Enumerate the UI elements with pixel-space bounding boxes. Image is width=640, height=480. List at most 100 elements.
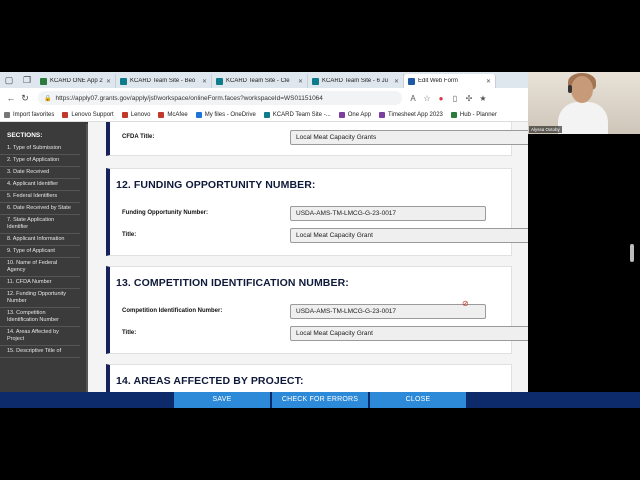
sidebar-item-competition-identification-number[interactable]: 13. Competition Identification Number <box>0 308 80 327</box>
competition-title-field[interactable]: Local Meat Capacity Grant <box>290 326 528 341</box>
sidebar-item-cfda-number[interactable]: 11. CFDA Number <box>0 277 80 289</box>
tab-close-icon[interactable]: ✕ <box>106 78 111 85</box>
tab-kcard-team-site-cle[interactable]: KCARD Team Site - Cle ✕ <box>212 74 308 88</box>
funding-opportunity-number-label: Funding Opportunity Number: <box>122 210 208 216</box>
sidebar-item-name-of-federal-agency[interactable]: 10. Name of Federal Agency <box>0 258 80 277</box>
save-button[interactable]: SAVE <box>174 392 270 408</box>
bookmark-label: KCARD Team Site -... <box>272 111 331 118</box>
address-bar: ← ↻ 🔒 https://apply07.grants.gov/apply/j… <box>0 88 528 108</box>
competition-identification-number-field[interactable]: USDA-AMS-TM-LMCG-G-23-0017 <box>290 304 486 319</box>
back-icon[interactable]: ← <box>4 93 18 103</box>
sidebar-item-descriptive-title[interactable]: 15. Descriptive Title of <box>0 346 80 358</box>
page-scrollbar-thumb[interactable] <box>630 244 634 262</box>
webcam-name-label: Alyssa Oxtoby <box>529 126 562 133</box>
tab-close-icon[interactable]: ✕ <box>202 78 207 85</box>
funding-opportunity-number-field[interactable]: USDA-AMS-TM-LMCG-G-23-0017 <box>290 206 486 221</box>
funding-opportunity-title-field[interactable]: Local Meat Capacity Grant <box>290 228 528 243</box>
bookmark-label: Import favorites <box>13 111 55 118</box>
sidebar-item-applicant-information[interactable]: 8. Applicant Information <box>0 234 80 246</box>
tab-kcard-one-app[interactable]: KCARD ONE App 2023 ✕ <box>36 74 116 88</box>
screen: ▢ ❐ KCARD ONE App 2023 ✕ KCARD Team Site… <box>0 0 640 480</box>
tab-close-icon[interactable]: ✕ <box>298 78 303 85</box>
not-allowed-cursor-icon: ⊘ <box>462 299 469 308</box>
section-12-title: 12. FUNDING OPPORTUNITY NUMBER: <box>116 179 316 191</box>
bookmark-label: Hub - Planner <box>459 111 497 118</box>
bookmark-timesheet-app[interactable]: Timesheet App 2023 <box>379 111 443 118</box>
bookmark-icon <box>263 111 270 118</box>
bookmark-icon <box>62 111 69 118</box>
bookmark-onedrive[interactable]: My files - OneDrive <box>195 111 256 118</box>
tab-label: KCARD Team Site - Beo <box>130 78 196 84</box>
bookmark-one-app[interactable]: One App <box>338 111 372 118</box>
tab-close-icon[interactable]: ✕ <box>394 78 399 85</box>
sidebar-item-type-of-applicant[interactable]: 9. Type of Applicant <box>0 246 80 258</box>
bookmark-mcafee[interactable]: McAfee <box>158 111 188 118</box>
split-screen-icon[interactable]: ▯ <box>448 94 462 103</box>
tab-favicon-icon <box>120 77 127 85</box>
bookmark-import-favorites[interactable]: Import favorites <box>4 111 55 118</box>
refresh-icon[interactable]: ↻ <box>18 93 32 104</box>
tab-bar: ▢ ❐ KCARD ONE App 2023 ✕ KCARD Team Site… <box>0 72 528 88</box>
competition-title-label: Title: <box>122 330 137 336</box>
extension-icon[interactable]: ● <box>434 94 448 103</box>
tab-favicon-icon <box>216 77 223 85</box>
tab-close-icon[interactable]: ✕ <box>486 78 491 85</box>
check-for-errors-button[interactable]: CHECK FOR ERRORS <box>272 392 368 408</box>
tab-label: KCARD ONE App 2023 <box>50 78 103 84</box>
webcam-person-body <box>558 102 608 134</box>
webcam-tile: Alyssa Oxtoby <box>528 72 640 134</box>
section-13-title: 13. COMPETITION IDENTIFICATION NUMBER: <box>116 277 349 289</box>
lock-icon: 🔒 <box>44 95 52 102</box>
sidebar-item-applicant-identifier[interactable]: 4. Applicant Identifier <box>0 179 80 191</box>
competition-identification-number-label: Competition Identification Number: <box>122 308 223 314</box>
tab-label: KCARD Team Site - Cle <box>226 78 290 84</box>
bookmark-lenovo[interactable]: Lenovo <box>121 111 150 118</box>
bookmark-icon <box>121 111 128 118</box>
read-aloud-icon[interactable]: A <box>406 94 420 103</box>
favorite-star-icon[interactable]: ☆ <box>420 94 434 103</box>
sidebar-item-areas-affected-by-project[interactable]: 14. Areas Affected by Project <box>0 327 80 346</box>
browser-window: ▢ ❐ KCARD ONE App 2023 ✕ KCARD Team Site… <box>0 72 528 408</box>
sidebar-item-date-received-by-state[interactable]: 6. Date Received by State <box>0 203 80 215</box>
tab-kcard-team-site-beo[interactable]: KCARD Team Site - Beo ✕ <box>116 74 212 88</box>
bookmark-hub-planner[interactable]: Hub - Planner <box>450 111 497 118</box>
bookmark-label: Lenovo Support <box>71 111 114 118</box>
url-field[interactable]: 🔒 https://apply07.grants.gov/apply/jsf/w… <box>38 91 402 105</box>
sidebar-item-type-of-application[interactable]: 2. Type of Application <box>0 155 80 167</box>
tab-actions-icon[interactable]: ❐ <box>20 74 34 86</box>
sidebar-title: SECTIONS: <box>7 132 43 139</box>
competition-identification-panel: 13. COMPETITION IDENTIFICATION NUMBER: C… <box>106 266 528 354</box>
cfda-panel: CFDA Title: Local Meat Capacity Grants <box>106 122 528 156</box>
tab-edit-web-form[interactable]: Edit Web Form ✕ <box>404 74 496 88</box>
url-text: https://apply07.grants.gov/apply/jsf/wor… <box>55 94 323 102</box>
cloud-icon <box>195 111 202 118</box>
bookmark-label: Timesheet App 2023 <box>388 111 443 118</box>
headset-icon <box>568 85 572 93</box>
bookmark-icon <box>158 111 165 118</box>
tab-kcard-team-site-6ju[interactable]: KCARD Team Site - 6 Ju ✕ <box>308 74 404 88</box>
form-action-bar: SAVE CHECK FOR ERRORS CLOSE <box>0 392 640 408</box>
bookmark-label: One App <box>347 111 372 118</box>
cfda-title-label: CFDA Title: <box>122 134 155 140</box>
tab-favicon-icon <box>312 77 319 85</box>
window-menu-icon[interactable]: ▢ <box>2 74 16 86</box>
bookmark-icon <box>450 111 457 118</box>
sidebar-item-funding-opportunity-number[interactable]: 12. Funding Opportunity Number <box>0 289 80 308</box>
sidebar-item-state-application-identifier[interactable]: 7. State Application Identifier <box>0 215 80 234</box>
bookmark-icon <box>379 111 386 118</box>
extensions-puzzle-icon[interactable]: ✣ <box>462 94 476 103</box>
bookmark-icon <box>338 111 345 118</box>
sidebar-item-date-received[interactable]: 3. Date Received <box>0 167 80 179</box>
bookmark-kcard-team-site[interactable]: KCARD Team Site -... <box>263 111 331 118</box>
funding-opportunity-panel: 12. FUNDING OPPORTUNITY NUMBER: Funding … <box>106 168 528 256</box>
section-14-title: 14. AREAS AFFECTED BY PROJECT: <box>116 375 304 387</box>
cfda-title-field[interactable]: Local Meat Capacity Grants <box>290 130 528 145</box>
close-button[interactable]: CLOSE <box>370 392 466 408</box>
webcam-person-face <box>571 76 593 103</box>
favorites-icon[interactable]: ★ <box>476 94 490 103</box>
bookmark-lenovo-support[interactable]: Lenovo Support <box>62 111 114 118</box>
sidebar-item-federal-identifiers[interactable]: 5. Federal Identifiers <box>0 191 80 203</box>
funding-opportunity-title-label: Title: <box>122 232 137 238</box>
bookmarks-bar: Import favorites Lenovo Support Lenovo M… <box>0 108 528 122</box>
sidebar-item-type-of-submission[interactable]: 1. Type of Submission <box>0 143 80 155</box>
